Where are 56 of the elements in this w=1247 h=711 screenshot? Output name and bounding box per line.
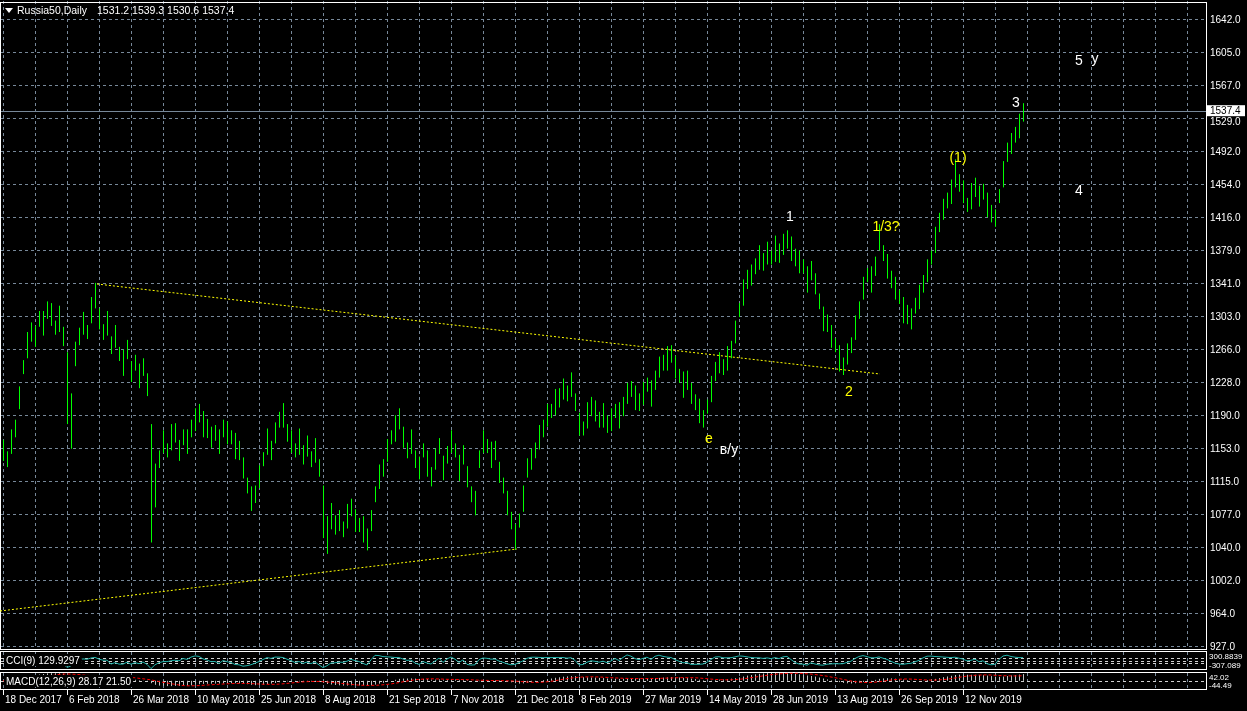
price-axis-label: 1266.0	[1210, 343, 1241, 355]
date-axis-label: 18 Dec 2017	[5, 694, 62, 705]
price-axis-label: 1642.0	[1210, 13, 1241, 25]
price-axis-label: 1454.0	[1210, 178, 1241, 190]
date-axis-label: 8 Aug 2018	[325, 694, 376, 705]
date-axis-label: 12 Nov 2019	[965, 694, 1022, 705]
price-axis-label: 1228.0	[1210, 376, 1241, 388]
price-axis-label: 1416.0	[1210, 211, 1241, 223]
indicator-axis-label: -307.089	[1209, 661, 1241, 670]
date-axis-label: 27 Mar 2019	[645, 694, 702, 705]
price-axis-label: 1303.0	[1210, 310, 1241, 322]
price-axis-label: 964.0	[1210, 607, 1236, 619]
date-axis-label: 21 Sep 2018	[389, 694, 446, 705]
date-axis-label: 6 Feb 2018	[69, 694, 120, 705]
price-axis-label: 1379.0	[1210, 244, 1241, 256]
price-axis-label: 1567.0	[1210, 79, 1241, 91]
date-axis-label: 26 Sep 2019	[901, 694, 958, 705]
date-axis-label: 8 Feb 2019	[581, 694, 632, 705]
chart-title: Russia50,Daily	[17, 4, 88, 17]
price-axis-label: 927.0	[1210, 640, 1236, 652]
indicator-axis-label: -44.49	[1209, 681, 1232, 690]
price-axis-label: 1153.0	[1210, 442, 1240, 454]
price-axis-label: 1040.0	[1210, 541, 1241, 553]
wave-label: у	[1091, 50, 1099, 66]
price-axis-label: 1115.0	[1210, 475, 1240, 487]
date-axis-label: 14 May 2019	[709, 694, 767, 705]
ohlc-values: 1531.2 1539.3 1530.6 1537.4	[97, 4, 235, 17]
date-axis-label: 25 Jun 2018	[261, 694, 317, 705]
wave-label: 1/3?	[872, 218, 900, 234]
price-axis-label: 1529.0	[1210, 115, 1241, 127]
date-axis-label: 21 Dec 2018	[517, 694, 574, 705]
indicator-axis-label: 42.02	[1209, 673, 1230, 682]
wave-label: 1	[786, 208, 794, 224]
wave-label: 4	[1075, 182, 1083, 198]
indicator-label: CCI(9) 129.9297	[4, 654, 82, 666]
wave-label: e	[705, 430, 713, 446]
price-axis-label: 1190.0	[1210, 409, 1240, 421]
date-axis-label: 13 Aug 2019	[837, 694, 894, 705]
wave-label: (1)	[949, 149, 967, 165]
dropdown-triangle-icon	[5, 8, 13, 13]
price-axis-label: 1002.0	[1210, 574, 1241, 586]
indicator-axis-label: 300.8839	[1209, 652, 1243, 661]
wave-label: в/у	[719, 441, 739, 457]
date-axis-label: 10 May 2018	[197, 694, 255, 705]
wave-label: 2	[845, 383, 853, 399]
price-axis-label: 1492.0	[1210, 145, 1241, 157]
indicator-label: MACD(12,26,9) 28.17 21.50	[4, 675, 134, 687]
price-axis-label: 1605.0	[1210, 46, 1241, 58]
wave-label: 3	[1012, 94, 1020, 110]
price-axis-label: 1341.0	[1210, 277, 1241, 289]
current-price-label: 1537.4	[1207, 105, 1245, 117]
price-axis-label: 1077.0	[1210, 508, 1241, 520]
date-axis-label: 7 Nov 2018	[453, 694, 505, 705]
date-axis-label: 26 Mar 2018	[133, 694, 190, 705]
date-axis-label: 28 Jun 2019	[773, 694, 829, 705]
wave-label: 5	[1075, 52, 1083, 68]
